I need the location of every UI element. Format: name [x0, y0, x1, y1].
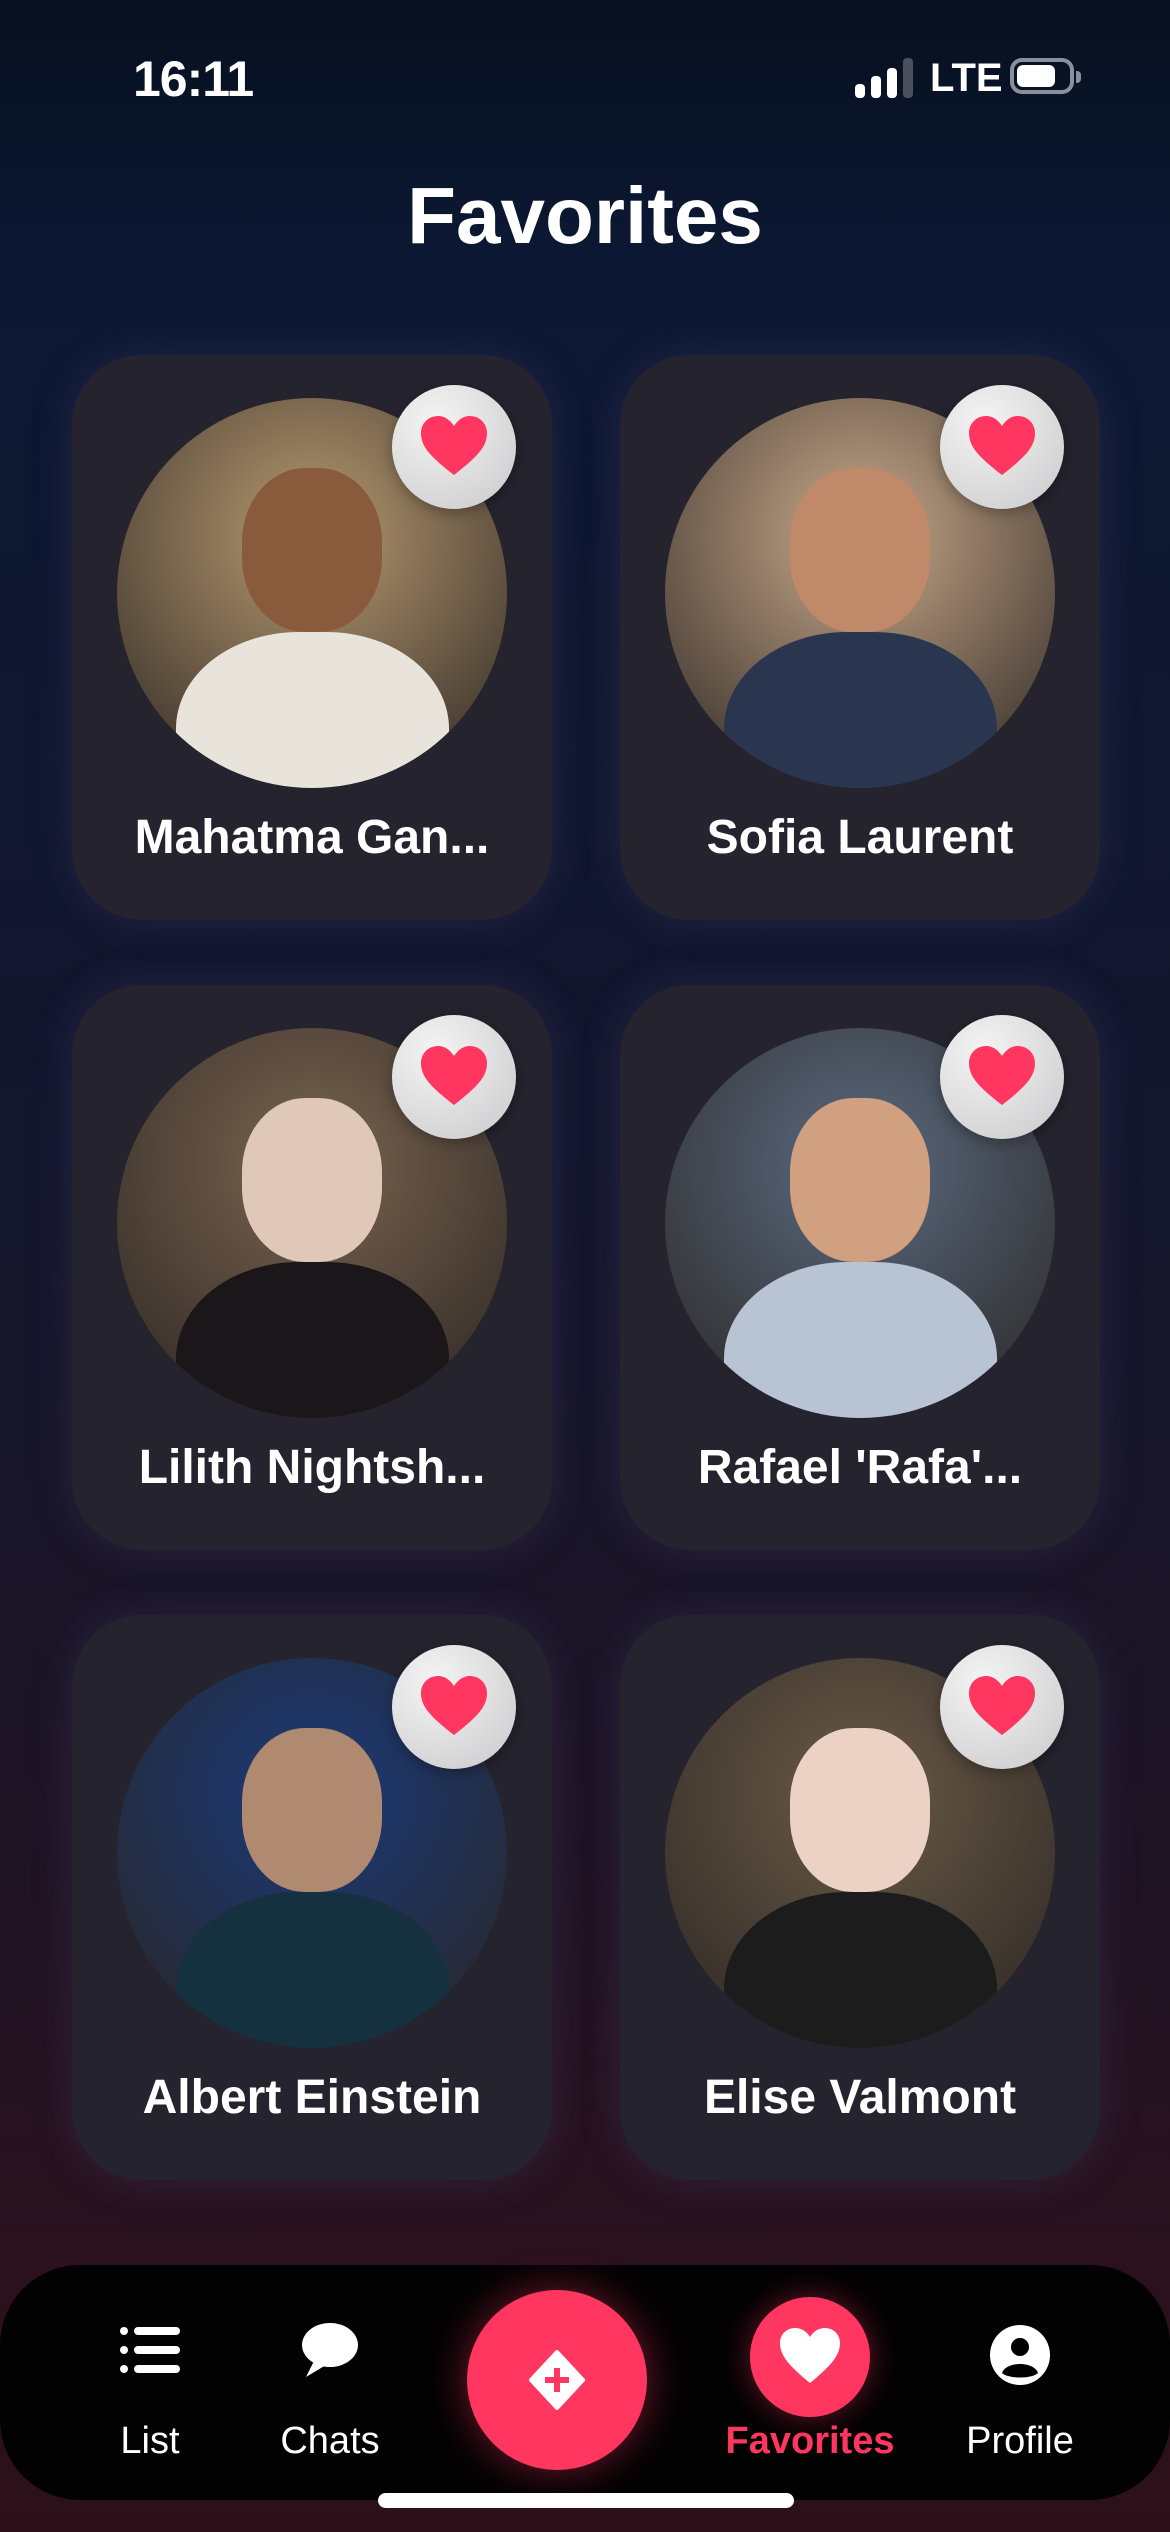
unfavorite-button[interactable]: [940, 385, 1064, 509]
character-name: Sofia Laurent: [706, 811, 1014, 864]
tab-label: List: [120, 2420, 180, 2462]
chat-bubble-icon: [302, 2323, 358, 2377]
character-name: Lilith Nightsh...: [138, 1441, 486, 1494]
avatar-body: [723, 1262, 997, 1418]
avatar-face: [789, 468, 931, 632]
favorite-card[interactable]: Lilith Nightsh...: [72, 985, 552, 1550]
diamond-plus-icon: [529, 2350, 585, 2410]
status-bar: 16:11 LTE: [0, 0, 1170, 150]
heart-icon: [421, 1676, 487, 1735]
tab-label: Favorites: [725, 2420, 895, 2462]
tab-profile[interactable]: Profile: [950, 2265, 1090, 2500]
tab-list[interactable]: List: [90, 2265, 210, 2500]
tab-favorites[interactable]: Favorites: [710, 2265, 910, 2500]
character-name: Elise Valmont: [703, 2071, 1017, 2124]
favorite-card[interactable]: Rafael 'Rafa'...: [620, 985, 1100, 1550]
avatar-face: [789, 1098, 931, 1262]
heart-icon: [780, 2328, 840, 2383]
create-character-button[interactable]: [467, 2290, 647, 2470]
avatar-body: [175, 632, 449, 788]
unfavorite-button[interactable]: [940, 1015, 1064, 1139]
heart-icon: [969, 1676, 1035, 1735]
heart-icon: [421, 416, 487, 475]
heart-icon: [969, 1046, 1035, 1105]
avatar-face: [241, 1728, 383, 1892]
avatar-face: [241, 1098, 383, 1262]
unfavorite-button[interactable]: [392, 1015, 516, 1139]
favorite-card[interactable]: Sofia Laurent: [620, 355, 1100, 920]
signal-icon: [855, 58, 915, 98]
tab-label: Chats: [280, 2420, 380, 2462]
list-icon: [120, 2327, 180, 2373]
favorite-card[interactable]: Mahatma Gan...: [72, 355, 552, 920]
avatar-body: [723, 1892, 997, 2048]
person-circle-icon: [990, 2325, 1050, 2385]
unfavorite-button[interactable]: [392, 385, 516, 509]
unfavorite-button[interactable]: [940, 1645, 1064, 1769]
network-type: LTE: [930, 56, 1003, 100]
avatar-face: [241, 468, 383, 632]
character-name: Albert Einstein: [142, 2071, 482, 2124]
home-indicator[interactable]: [378, 2493, 794, 2508]
heart-icon: [969, 416, 1035, 475]
character-name: Rafael 'Rafa'...: [697, 1441, 1023, 1494]
favorite-card[interactable]: Albert Einstein: [72, 1615, 552, 2180]
heart-icon: [421, 1046, 487, 1105]
page-title: Favorites: [407, 171, 763, 260]
tab-chats[interactable]: Chats: [260, 2265, 400, 2500]
character-name: Mahatma Gan...: [134, 811, 490, 864]
tab-label: Profile: [966, 2420, 1074, 2462]
avatar-body: [175, 1892, 449, 2048]
status-time: 16:11: [133, 51, 254, 107]
unfavorite-button[interactable]: [392, 1645, 516, 1769]
avatar-body: [723, 632, 997, 788]
avatar-body: [175, 1262, 449, 1418]
favorite-card[interactable]: Elise Valmont: [620, 1615, 1100, 2180]
battery-icon: [1010, 58, 1081, 94]
avatar-face: [789, 1728, 931, 1892]
